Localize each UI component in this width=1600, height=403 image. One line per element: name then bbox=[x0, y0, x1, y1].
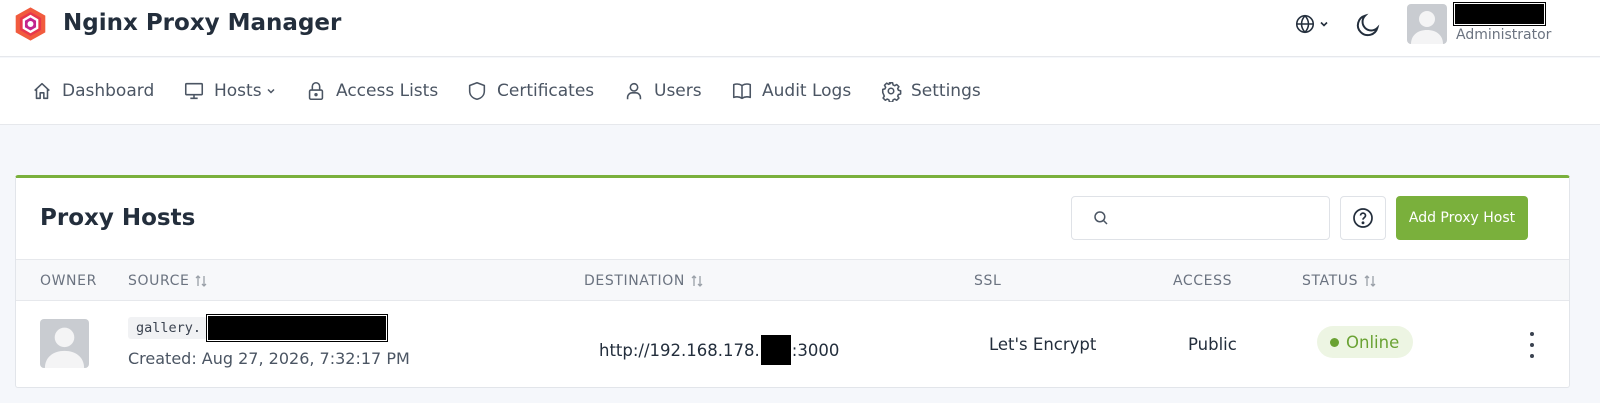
user-role: Administrator bbox=[1456, 27, 1552, 43]
user-name-redacted[interactable] bbox=[1453, 2, 1546, 26]
main-nav: Dashboard Hosts Access Lists Certificate… bbox=[0, 58, 1600, 125]
globe-icon bbox=[1295, 14, 1315, 34]
lock-icon bbox=[308, 81, 324, 101]
column-status[interactable]: STATUS bbox=[1302, 273, 1377, 289]
status-dot-icon bbox=[1330, 337, 1339, 347]
monitor-icon bbox=[184, 82, 204, 100]
page-title: Proxy Hosts bbox=[40, 205, 196, 231]
search-icon bbox=[1094, 211, 1108, 225]
sort-icon bbox=[195, 275, 207, 287]
sort-icon bbox=[1364, 275, 1376, 287]
chevron-down-icon bbox=[267, 88, 275, 94]
ssl-value: Let's Encrypt bbox=[989, 335, 1097, 354]
nav-item-audit-logs[interactable]: Audit Logs bbox=[731, 80, 851, 102]
column-source[interactable]: SOURCE bbox=[128, 273, 208, 289]
nav-item-dashboard[interactable]: Dashboard bbox=[31, 80, 154, 102]
nav-label: Certificates bbox=[497, 81, 595, 101]
top-header: Nginx Proxy Manager Administrator bbox=[0, 0, 1600, 57]
nav-item-users[interactable]: Users bbox=[623, 80, 702, 102]
status-label: Online bbox=[1346, 332, 1400, 352]
nav-label: Dashboard bbox=[62, 81, 155, 101]
user-icon bbox=[626, 82, 642, 100]
shield-icon bbox=[468, 81, 486, 101]
domain-prefix: gallery. bbox=[128, 317, 208, 339]
nav-label: Audit Logs bbox=[762, 81, 852, 101]
table-header: OWNER SOURCE DESTINATION SSL ACCESS STAT… bbox=[16, 259, 1569, 301]
column-access: ACCESS bbox=[1173, 273, 1233, 289]
book-icon bbox=[732, 83, 752, 100]
table-row: gallery. Created: Aug 27, 2026, 7:32:17 … bbox=[16, 302, 1569, 388]
nav-label: Hosts bbox=[214, 81, 262, 101]
destination-suffix: :3000 bbox=[791, 340, 840, 360]
sort-icon bbox=[691, 275, 703, 287]
created-date: Created: Aug 27, 2026, 7:32:17 PM bbox=[128, 349, 410, 368]
nav-label: Settings bbox=[911, 81, 981, 101]
home-icon bbox=[34, 82, 50, 100]
nav-item-access-lists[interactable]: Access Lists bbox=[305, 80, 438, 102]
moon-icon[interactable] bbox=[1354, 11, 1382, 39]
help-icon bbox=[1353, 208, 1373, 228]
column-destination[interactable]: DESTINATION bbox=[584, 273, 704, 289]
nav-label: Users bbox=[654, 81, 702, 101]
help-button[interactable] bbox=[1340, 196, 1386, 240]
column-owner: OWNER bbox=[40, 273, 97, 289]
nav-item-hosts[interactable]: Hosts bbox=[183, 80, 276, 102]
nav-item-certificates[interactable]: Certificates bbox=[466, 80, 594, 102]
access-value: Public bbox=[1188, 335, 1237, 354]
brand-title[interactable]: Nginx Proxy Manager bbox=[63, 10, 341, 36]
avatar[interactable] bbox=[1407, 4, 1447, 44]
search-input[interactable] bbox=[1071, 196, 1330, 240]
destination-url: http://192.168.178. :3000 bbox=[599, 335, 839, 365]
proxy-hosts-card: Proxy Hosts Add Proxy Host OWNER SOURCE … bbox=[15, 175, 1570, 388]
status-badge: Online bbox=[1317, 326, 1414, 358]
column-ssl: SSL bbox=[974, 273, 1002, 289]
nav-label: Access Lists bbox=[336, 81, 439, 101]
owner-avatar bbox=[40, 319, 89, 368]
row-actions-menu-icon[interactable] bbox=[1527, 329, 1537, 361]
language-selector[interactable] bbox=[1294, 13, 1329, 35]
add-proxy-host-button[interactable]: Add Proxy Host bbox=[1396, 196, 1528, 240]
gear-icon bbox=[881, 81, 902, 102]
source-domain[interactable]: gallery. bbox=[128, 314, 389, 342]
chevron-down-icon bbox=[1320, 21, 1328, 27]
logo-icon[interactable] bbox=[12, 5, 49, 43]
ip-redacted bbox=[760, 335, 791, 365]
domain-redacted bbox=[206, 314, 389, 342]
nav-item-settings[interactable]: Settings bbox=[880, 80, 981, 102]
destination-prefix: http://192.168.178. bbox=[599, 340, 760, 360]
